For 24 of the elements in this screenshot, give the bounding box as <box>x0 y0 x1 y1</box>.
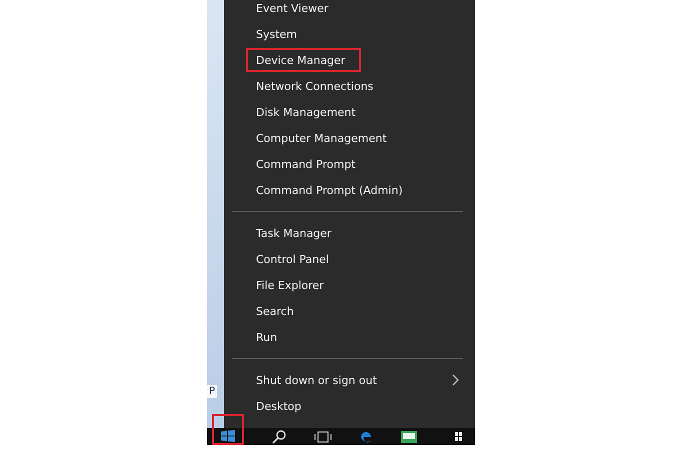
menu-item[interactable]: Event Viewer <box>246 0 344 21</box>
menu-item[interactable]: Network Connections <box>246 73 390 99</box>
menu-item[interactable]: Control Panel <box>246 246 345 272</box>
chevron-icon <box>452 374 459 386</box>
menu-item[interactable]: Disk Management <box>246 99 372 125</box>
menu-item[interactable]: Computer Management <box>246 125 403 151</box>
menu-item[interactable]: System <box>246 21 314 47</box>
menu-item[interactable]: Command Prompt (Admin) <box>246 177 419 203</box>
menu-item[interactable]: Run <box>246 324 294 350</box>
menu-item[interactable]: Task Manager <box>246 220 348 246</box>
search-icon[interactable] <box>271 430 287 444</box>
task-view-icon[interactable] <box>314 430 332 442</box>
windows-icon <box>221 430 235 442</box>
menu-item[interactable]: Shut down or sign out <box>246 367 475 393</box>
app-icon[interactable] <box>454 430 462 444</box>
window-text: P <box>207 385 218 398</box>
browser-icon[interactable] <box>359 430 373 444</box>
menu-item[interactable]: Desktop <box>246 393 318 419</box>
app-icon[interactable] <box>400 430 418 444</box>
start-button[interactable] <box>212 414 244 445</box>
menu-item[interactable]: Search <box>246 298 310 324</box>
menu-item[interactable]: File Explorer <box>246 272 340 298</box>
menu-item[interactable]: Command Prompt <box>246 151 372 177</box>
menu-item[interactable]: Device Manager <box>246 48 362 72</box>
